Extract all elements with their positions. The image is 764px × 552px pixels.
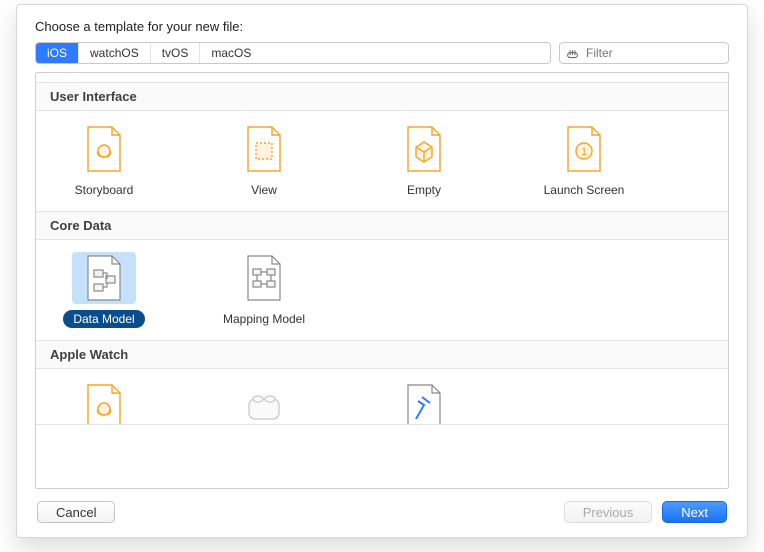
launch-screen-icon: 1 bbox=[552, 123, 616, 175]
template-label: Data Model bbox=[63, 310, 144, 328]
template-applewatch-2[interactable] bbox=[204, 375, 324, 425]
template-list: User Interface Storyboard View bbox=[35, 72, 729, 489]
filter-input[interactable] bbox=[584, 45, 722, 61]
section-body-coredata: Data Model Mapping Model bbox=[36, 240, 728, 341]
tab-ios[interactable]: iOS bbox=[36, 43, 79, 63]
lego-icon bbox=[232, 381, 296, 425]
template-list-scroll[interactable]: User Interface Storyboard View bbox=[36, 73, 728, 488]
template-applewatch-3[interactable] bbox=[364, 375, 484, 425]
template-label: Storyboard bbox=[65, 181, 144, 199]
filter-field[interactable] bbox=[559, 42, 729, 64]
storyboard-icon bbox=[72, 123, 136, 175]
hammer-icon bbox=[392, 381, 456, 425]
section-body-ui: Storyboard View Empty 1 bbox=[36, 111, 728, 212]
section-header-coredata: Core Data bbox=[36, 212, 728, 240]
dialog-footer: Cancel Previous Next bbox=[17, 489, 747, 537]
template-label: Empty bbox=[397, 181, 451, 199]
template-view[interactable]: View bbox=[204, 117, 324, 207]
template-label: Launch Screen bbox=[534, 181, 635, 199]
prompt-text: Choose a template for your new file: bbox=[17, 5, 747, 42]
template-label: View bbox=[241, 181, 287, 199]
previous-button[interactable]: Previous bbox=[564, 501, 653, 523]
tab-tvos[interactable]: tvOS bbox=[151, 43, 201, 63]
template-data-model[interactable]: Data Model bbox=[44, 246, 164, 336]
template-label: Mapping Model bbox=[213, 310, 315, 328]
template-storyboard[interactable]: Storyboard bbox=[44, 117, 164, 207]
empty-icon bbox=[392, 123, 456, 175]
template-applewatch-1[interactable] bbox=[44, 375, 164, 425]
view-icon bbox=[232, 123, 296, 175]
section-body-applewatch bbox=[36, 369, 728, 425]
platform-toolbar: iOS watchOS tvOS macOS bbox=[17, 42, 747, 72]
tab-macos[interactable]: macOS bbox=[200, 43, 550, 63]
section-header-ui: User Interface bbox=[36, 83, 728, 111]
data-model-icon bbox=[72, 252, 136, 304]
template-launch-screen[interactable]: 1 Launch Screen bbox=[524, 117, 644, 207]
storyboard-icon bbox=[72, 381, 136, 425]
section-header-applewatch: Apple Watch bbox=[36, 341, 728, 369]
platform-tabs: iOS watchOS tvOS macOS bbox=[35, 42, 551, 64]
svg-text:1: 1 bbox=[581, 146, 587, 158]
tab-watchos[interactable]: watchOS bbox=[79, 43, 151, 63]
mapping-model-icon bbox=[232, 252, 296, 304]
next-button[interactable]: Next bbox=[662, 501, 727, 523]
new-file-sheet: Choose a template for your new file: iOS… bbox=[16, 4, 748, 538]
template-mapping-model[interactable]: Mapping Model bbox=[204, 246, 324, 336]
template-empty[interactable]: Empty bbox=[364, 117, 484, 207]
filter-icon bbox=[566, 47, 579, 60]
cancel-button[interactable]: Cancel bbox=[37, 501, 115, 523]
